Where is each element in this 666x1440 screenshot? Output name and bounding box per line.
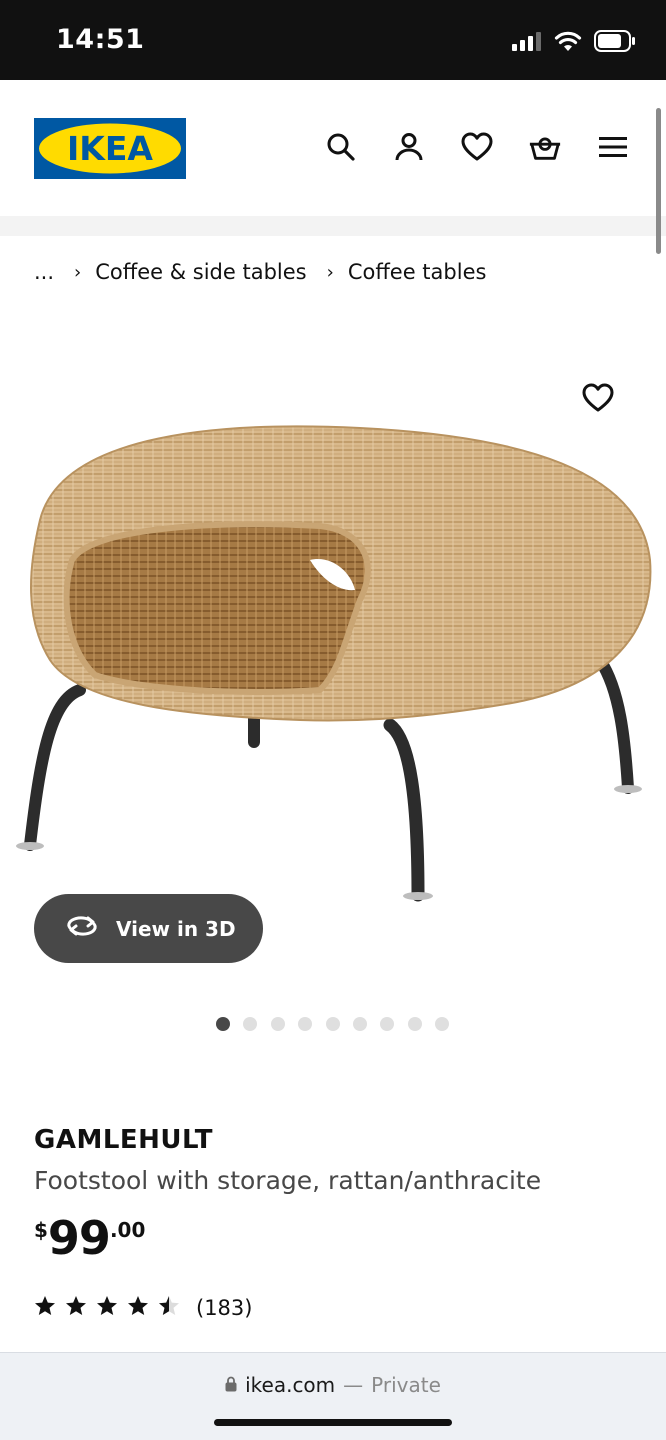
add-to-favourites-button[interactable]: [578, 380, 618, 420]
product-rating[interactable]: (183): [34, 1295, 252, 1321]
battery-icon: [594, 30, 636, 57]
search-icon[interactable]: [324, 130, 358, 164]
carousel-dot[interactable]: [216, 1017, 230, 1031]
star-icon: [127, 1295, 149, 1321]
chevron-right-icon: ›: [326, 261, 334, 283]
brand-wordmark: IKEA: [67, 129, 153, 168]
breadcrumb: ... › Coffee & side tables › Coffee tabl…: [34, 260, 486, 284]
header-icons: [324, 130, 630, 164]
page-scrollbar[interactable]: [656, 108, 661, 254]
rating-stars: [34, 1295, 180, 1321]
profile-icon[interactable]: [392, 130, 426, 164]
heart-icon: [582, 383, 614, 418]
view-in-3d-label: View in 3D: [116, 916, 236, 941]
site-header: IKEA: [0, 80, 666, 216]
basket-icon[interactable]: [528, 130, 562, 164]
price-currency: $: [34, 1218, 48, 1242]
star-icon: [65, 1295, 87, 1321]
product-image[interactable]: [0, 330, 666, 930]
breadcrumb-coffee-tables[interactable]: Coffee tables: [348, 260, 487, 284]
header-separator: [0, 216, 666, 236]
carousel-dot[interactable]: [407, 1017, 422, 1031]
half-star-icon: [158, 1295, 180, 1321]
star-icon: [96, 1295, 118, 1321]
image-carousel-dots: [216, 1017, 450, 1031]
url-separator: —: [343, 1373, 364, 1397]
lock-icon: [225, 1373, 237, 1397]
private-mode-label: Private: [371, 1373, 441, 1397]
breadcrumb-ellipsis[interactable]: ...: [34, 260, 54, 284]
star-icon: [34, 1295, 56, 1321]
product-description: Footstool with storage, rattan/anthracit…: [34, 1166, 542, 1195]
carousel-dot[interactable]: [380, 1017, 395, 1031]
url-display[interactable]: ikea.com — Private: [0, 1373, 666, 1397]
chevron-right-icon: ›: [74, 261, 82, 283]
carousel-dot[interactable]: [298, 1017, 313, 1031]
status-time: 14:51: [56, 24, 145, 55]
ikea-logo[interactable]: IKEA: [34, 118, 186, 179]
menu-icon[interactable]: [596, 130, 630, 164]
carousel-dot[interactable]: [243, 1017, 258, 1031]
carousel-dot[interactable]: [325, 1017, 340, 1031]
view-in-3d-button[interactable]: View in 3D: [34, 894, 263, 963]
rotate-3d-icon: [64, 914, 100, 943]
product-name: GAMLEHULT: [34, 1125, 214, 1155]
price-integer: 99: [47, 1211, 111, 1265]
heart-icon[interactable]: [460, 130, 494, 164]
cellular-signal-icon: [512, 31, 542, 56]
status-bar: 14:51: [0, 0, 666, 80]
status-icons: [512, 30, 636, 57]
carousel-dot[interactable]: [352, 1017, 367, 1031]
rating-count: (183): [196, 1296, 253, 1320]
carousel-dot[interactable]: [435, 1017, 450, 1031]
carousel-dot[interactable]: [270, 1017, 285, 1031]
home-indicator[interactable]: [214, 1419, 452, 1426]
product-price: $ 99 .00: [34, 1212, 145, 1264]
wifi-icon: [554, 30, 582, 57]
price-decimal: .00: [109, 1218, 146, 1242]
url-domain: ikea.com: [245, 1373, 336, 1397]
browser-address-bar[interactable]: ikea.com — Private: [0, 1352, 666, 1440]
breadcrumb-coffee-side-tables[interactable]: Coffee & side tables: [95, 260, 306, 284]
